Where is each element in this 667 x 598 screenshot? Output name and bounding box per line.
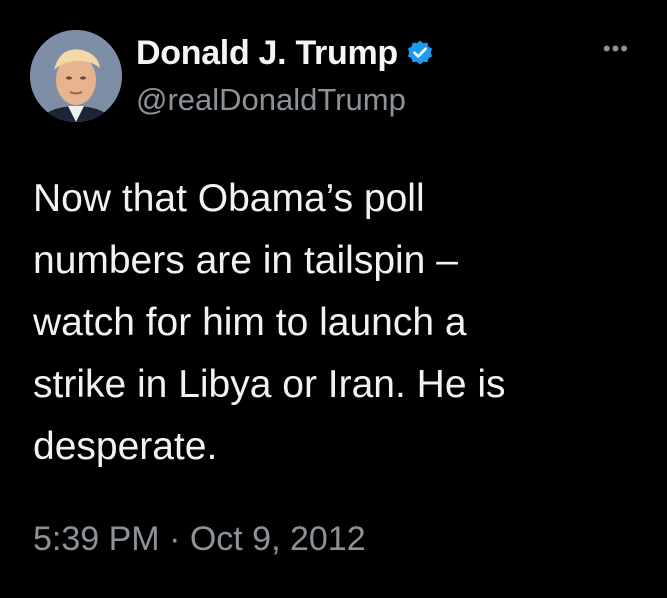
author-handle[interactable]: @realDonaldTrump [136, 82, 406, 118]
tweet-text-line: strike in Libya or Iran. He is [33, 363, 506, 406]
tweet-text-line: watch for him to launch a [33, 301, 467, 344]
profile-photo-icon [30, 30, 122, 122]
tweet-text: Now that Obama’s poll numbers are in tai… [33, 168, 643, 478]
avatar[interactable] [30, 30, 122, 122]
tweet-text-line: numbers are in tailspin – [33, 239, 458, 282]
verified-badge-icon [406, 39, 434, 67]
author-display-name[interactable]: Donald J. Trump [136, 34, 398, 73]
tweet-text-line: desperate. [33, 425, 218, 468]
more-options-icon[interactable]: ••• [603, 38, 629, 60]
tweet-card: Donald J. Trump @realDonaldTrump ••• Now… [0, 0, 667, 598]
tweet-timestamp[interactable]: 5:39 PM · Oct 9, 2012 [33, 520, 366, 559]
tweet-text-line: Now that Obama’s poll [33, 177, 425, 220]
author-row: Donald J. Trump [136, 30, 434, 76]
